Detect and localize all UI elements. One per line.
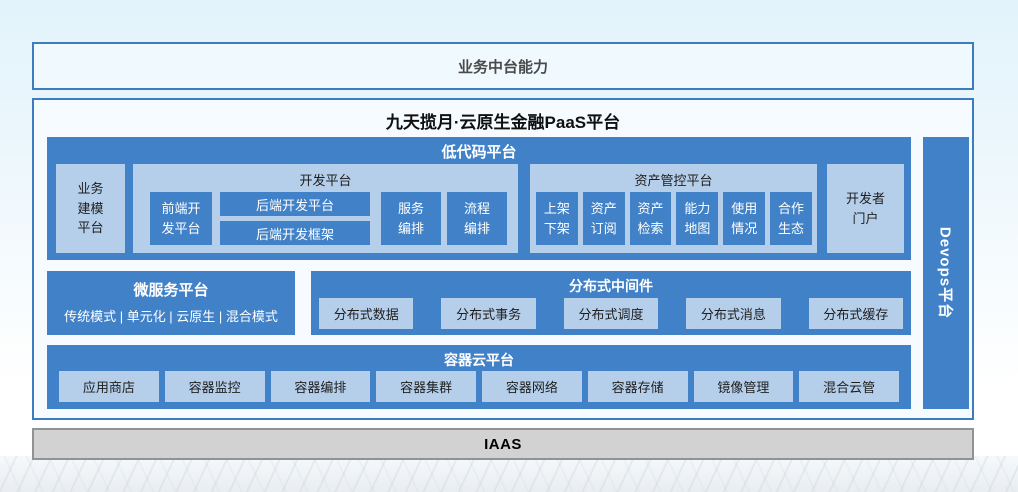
frontend-dev-platform-box: 前端开发平台 [150, 192, 212, 245]
platform-title: 九天揽月·云原生金融PaaS平台 [34, 108, 972, 133]
dev-platform-row: 前端开发平台 后端开发平台 后端开发框架 服务编排 流程编排 [133, 192, 518, 245]
distributed-middleware-section: 分布式中间件 分布式数据 分布式事务 分布式调度 分布式消息 分布式缓存 [311, 271, 911, 335]
devops-platform-bar: Devops平台 [923, 137, 969, 409]
middleware-item-box: 分布式调度 [564, 298, 658, 329]
asset-item-label: 资产检索 [637, 199, 665, 238]
service-orchestration-label: 服务编排 [396, 199, 426, 238]
container-cloud-section: 容器云平台 应用商店 容器监控 容器编排 容器集群 容器网络 容器存储 镜像管理… [47, 345, 911, 409]
dev-platform-box: 开发平台 前端开发平台 后端开发平台 后端开发框架 服务编排 流程编排 [133, 164, 518, 253]
asset-item-label: 合作生态 [777, 199, 805, 238]
asset-item-label: 上架下架 [543, 199, 571, 238]
frontend-dev-platform-label: 前端开发平台 [160, 199, 202, 238]
devops-platform-label: Devops平台 [936, 227, 957, 319]
container-item-box: 容器监控 [165, 371, 265, 402]
microservice-platform-title: 微服务平台 [47, 271, 295, 300]
asset-item-box: 使用情况 [723, 192, 765, 245]
container-item-box: 镜像管理 [694, 371, 794, 402]
banner-label: 业务中台能力 [458, 56, 548, 77]
iaas-label: IAAS [484, 436, 522, 453]
distributed-middleware-row: 分布式数据 分布式事务 分布式调度 分布式消息 分布式缓存 [319, 298, 903, 329]
backend-dev-framework-box: 后端开发框架 [220, 221, 370, 245]
asset-control-platform-box: 资产管控平台 上架下架 资产订阅 资产检索 能力地图 使用情况 合作生态 [530, 164, 817, 253]
service-orchestration-box: 服务编排 [381, 192, 441, 245]
middleware-item-box: 分布式数据 [319, 298, 413, 329]
container-cloud-row: 应用商店 容器监控 容器编排 容器集群 容器网络 容器存储 镜像管理 混合云管 [59, 371, 899, 402]
developer-portal-box: 开发者门户 [827, 164, 904, 253]
asset-item-box: 资产订阅 [583, 192, 625, 245]
container-item-box: 应用商店 [59, 371, 159, 402]
container-cloud-title: 容器云平台 [47, 345, 911, 370]
asset-item-label: 资产订阅 [590, 199, 618, 238]
container-item-box: 容器编排 [271, 371, 371, 402]
container-item-box: 容器集群 [376, 371, 476, 402]
microservice-platform-section: 微服务平台 传统模式 | 单元化 | 云原生 | 混合模式 [47, 271, 295, 335]
dev-platform-title: 开发平台 [133, 164, 518, 189]
container-item-box: 混合云管 [799, 371, 899, 402]
microservice-platform-modes: 传统模式 | 单元化 | 云原生 | 混合模式 [47, 300, 295, 325]
asset-item-label: 能力地图 [683, 199, 711, 238]
process-orchestration-label: 流程编排 [462, 199, 492, 238]
asset-control-platform-title: 资产管控平台 [530, 164, 817, 189]
middleware-item-box: 分布式事务 [441, 298, 535, 329]
background-texture [0, 456, 1018, 492]
container-item-box: 容器网络 [482, 371, 582, 402]
asset-item-box: 能力地图 [676, 192, 718, 245]
asset-item-box: 合作生态 [770, 192, 812, 245]
developer-portal-label: 开发者门户 [845, 189, 887, 228]
asset-item-box: 资产检索 [630, 192, 672, 245]
distributed-middleware-title: 分布式中间件 [311, 271, 911, 296]
asset-control-row: 上架下架 资产订阅 资产检索 能力地图 使用情况 合作生态 [536, 192, 812, 245]
backend-column: 后端开发平台 后端开发框架 [220, 192, 370, 245]
middleware-item-box: 分布式消息 [686, 298, 780, 329]
business-midplatform-banner: 业务中台能力 [32, 42, 974, 90]
paas-platform-container: 九天揽月·云原生金融PaaS平台 低代码平台 业务建模平台 开发平台 前端开发平… [32, 98, 974, 420]
asset-item-label: 使用情况 [730, 199, 758, 238]
asset-item-box: 上架下架 [536, 192, 578, 245]
business-modeling-label: 业务建模平台 [76, 179, 106, 238]
container-item-box: 容器存储 [588, 371, 688, 402]
iaas-bar: IAAS [32, 428, 974, 460]
lowcode-platform-section: 低代码平台 业务建模平台 开发平台 前端开发平台 后端开发平台 后端开发框架 服… [47, 137, 911, 260]
lowcode-platform-title: 低代码平台 [47, 137, 911, 162]
middleware-item-box: 分布式缓存 [809, 298, 903, 329]
process-orchestration-box: 流程编排 [447, 192, 507, 245]
backend-dev-platform-box: 后端开发平台 [220, 192, 370, 216]
business-modeling-platform-box: 业务建模平台 [56, 164, 125, 253]
